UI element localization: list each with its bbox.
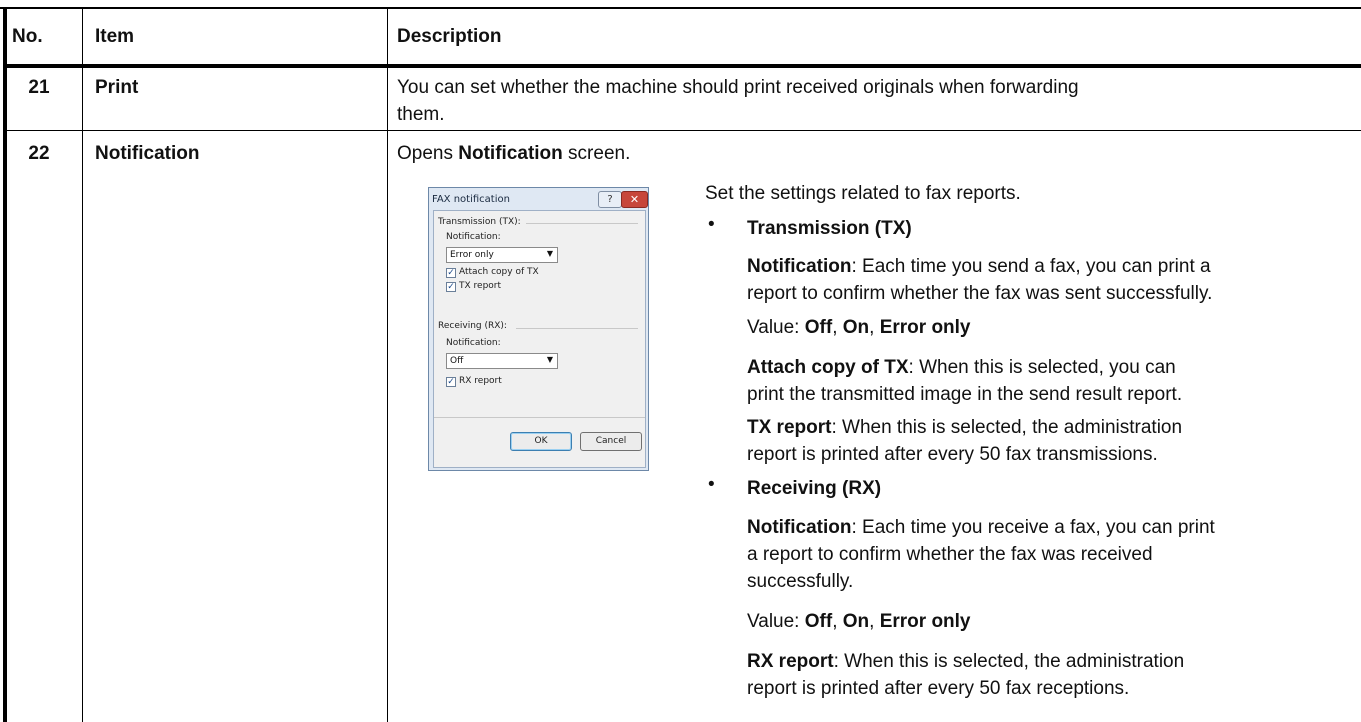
rx-notification-value: Off (450, 356, 464, 366)
rx-notification-line-2: a report to confirm whether the fax was … (747, 544, 1153, 565)
close-icon[interactable]: ✕ (621, 191, 648, 208)
row-22-number: 22 (28, 143, 50, 164)
rx-notification-line-3: successfully. (747, 571, 854, 592)
rx-notification-label: Notification: (446, 338, 501, 348)
attach-copy-checkbox[interactable]: ✓ (446, 268, 456, 278)
tx-report-label: TX report (747, 417, 832, 438)
row-22-item: Notification (95, 143, 200, 164)
row-21-description-line-2: them. (397, 104, 445, 125)
rx-report-line-1: RX report: When this is selected, the ad… (747, 651, 1185, 672)
tx-notification-value: Error only (450, 250, 494, 260)
chevron-down-icon: ▼ (546, 355, 553, 364)
col-divider-1 (82, 7, 83, 722)
fax-notification-dialog: FAX notification ? ✕ Transmission (TX): … (428, 187, 649, 471)
header-item: Item (95, 26, 135, 47)
dialog-body: Transmission (TX): Notification: Error o… (433, 210, 646, 468)
attach-label: Attach copy of TX (747, 357, 909, 378)
rx-notification-label: Notification (747, 517, 852, 538)
attach-line-2: print the transmitted image in the send … (747, 384, 1183, 405)
tx-group-line (526, 223, 638, 224)
table-top-border (0, 7, 1361, 9)
header-no: No. (12, 26, 43, 47)
tx-notification-line-2: report to confirm whether the fax was se… (747, 283, 1213, 304)
tx-report-line-2: report is printed after every 50 fax tra… (747, 444, 1158, 465)
tx-report-line-1: TX report: When this is selected, the ad… (747, 417, 1183, 438)
rx-value-line: Value: Off, On, Error only (747, 611, 971, 632)
intro-prefix: Opens (397, 143, 459, 164)
rx-report-label: RX report (459, 376, 502, 386)
row-divider (3, 130, 1361, 131)
rx-notification-line-1: Notification: Each time you receive a fa… (747, 517, 1215, 538)
bullet-tx: • (708, 214, 715, 235)
attach-copy-label: Attach copy of TX (459, 267, 539, 277)
header-description: Description (397, 26, 502, 47)
dialog-title: FAX notification (432, 194, 510, 205)
tx-report-label: TX report (459, 281, 502, 291)
row-21-description-line-1: You can set whether the machine should p… (397, 77, 1079, 98)
ok-button[interactable]: OK (510, 432, 572, 451)
rx-report-checkbox[interactable]: ✓ (446, 377, 456, 387)
help-icon[interactable]: ? (598, 191, 622, 208)
tx-heading: Transmission (TX) (747, 218, 912, 239)
rx-report-label: RX report (747, 651, 834, 672)
tx-notification-select[interactable]: Error only ▼ (446, 247, 558, 263)
intro-bold: Notification (458, 143, 563, 164)
footer-divider (434, 417, 645, 418)
header-bottom-border (3, 64, 1361, 68)
col-divider-2 (387, 7, 388, 722)
tx-notification-label: Notification (747, 256, 852, 277)
row-21-item: Print (95, 77, 139, 98)
settings-table: No. Item Description 21 Print You can se… (0, 0, 1361, 722)
row-21-number: 21 (28, 77, 50, 98)
cancel-button[interactable]: Cancel (580, 432, 642, 451)
rx-group-line (516, 328, 638, 329)
rx-notification-select[interactable]: Off ▼ (446, 353, 558, 369)
row-22-intro: Opens Notification screen. (397, 140, 630, 167)
rx-heading: Receiving (RX) (747, 478, 882, 499)
summary-text: Set the settings related to fax reports. (705, 183, 1021, 204)
table-left-border (3, 7, 7, 722)
attach-line-1: Attach copy of TX: When this is selected… (747, 357, 1176, 378)
tx-notification-line-1: Notification: Each time you send a fax, … (747, 256, 1211, 277)
rx-report-line-2: report is printed after every 50 fax rec… (747, 678, 1130, 699)
rx-group-label: Receiving (RX): (438, 321, 507, 331)
tx-value-line: Value: Off, On, Error only (747, 317, 971, 338)
tx-report-checkbox[interactable]: ✓ (446, 282, 456, 292)
tx-notification-label: Notification: (446, 232, 501, 242)
bullet-rx: • (708, 474, 715, 495)
intro-suffix: screen. (562, 143, 631, 164)
chevron-down-icon: ▼ (546, 249, 553, 258)
tx-group-label: Transmission (TX): (438, 217, 521, 227)
